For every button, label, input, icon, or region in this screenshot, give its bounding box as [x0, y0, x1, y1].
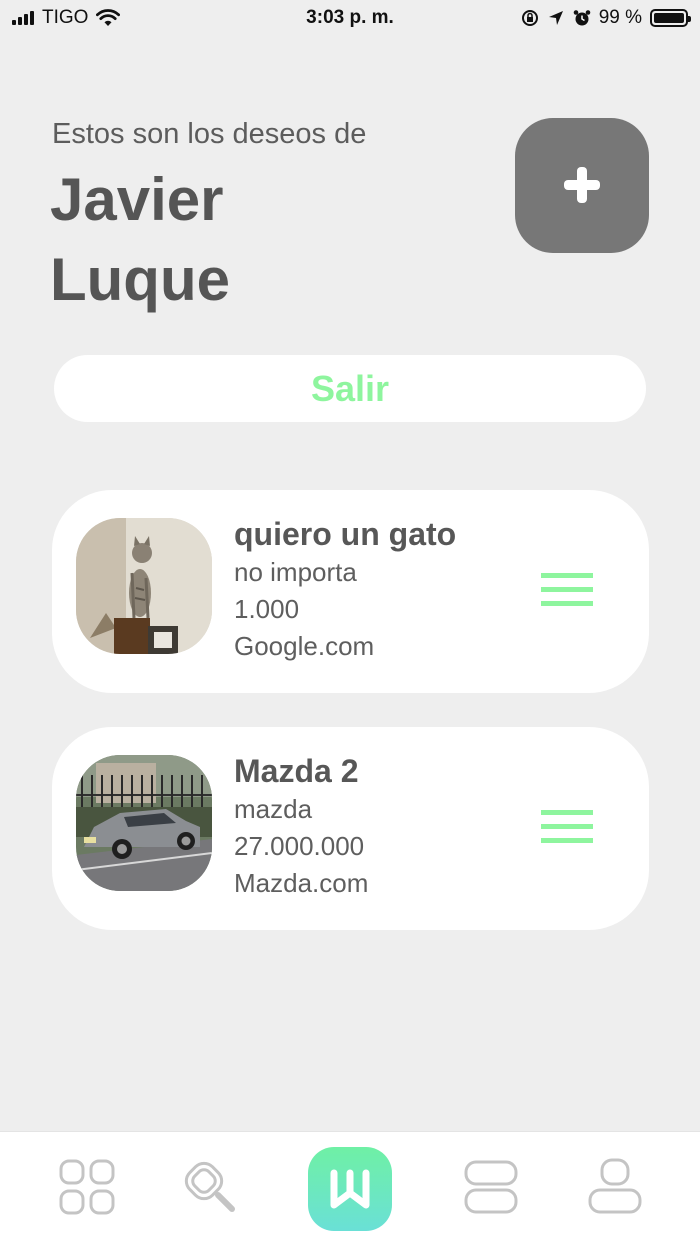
- wish-logo-icon[interactable]: [308, 1147, 392, 1231]
- status-bar: TIGO 3:03 p. m. 99 %: [0, 0, 700, 36]
- wish-card[interactable]: quiero un gato no importa 1.000 Google.c…: [52, 490, 649, 693]
- add-wish-button[interactable]: [515, 118, 649, 253]
- user-last-name: Luque: [50, 246, 230, 313]
- wish-site: Google.com: [234, 631, 375, 661]
- wish-brand: mazda: [234, 794, 313, 824]
- grid-icon[interactable]: [57, 1157, 117, 1217]
- alarm-icon: [573, 10, 590, 26]
- user-first-name: Javier: [50, 166, 224, 233]
- orientation-lock-icon: [521, 10, 538, 26]
- page-subtitle: Estos son los deseos de: [52, 118, 367, 150]
- drag-handle-icon[interactable]: [541, 573, 593, 609]
- cat-photo: [76, 518, 212, 654]
- list-icon[interactable]: [460, 1157, 520, 1217]
- wish-site: Mazda.com: [234, 868, 369, 898]
- wish-card[interactable]: Mazda 2 mazda 27.000.000 Mazda.com: [52, 727, 649, 930]
- wish-price: 27.000.000: [234, 831, 365, 861]
- profile-icon[interactable]: [586, 1157, 646, 1217]
- battery-percent: 99 %: [598, 7, 642, 28]
- location-icon: [548, 11, 563, 25]
- wish-title: quiero un gato: [234, 516, 457, 552]
- battery-icon: [650, 9, 691, 27]
- logout-button[interactable]: Salir: [54, 355, 646, 422]
- user-name: Javier Luque: [50, 160, 350, 320]
- wish-price: 1.000: [234, 594, 300, 624]
- search-icon[interactable]: [180, 1157, 240, 1217]
- car-photo: [76, 755, 212, 891]
- drag-handle-icon[interactable]: [541, 810, 593, 846]
- wish-title: Mazda 2: [234, 753, 359, 789]
- wish-brand: no importa: [234, 557, 357, 587]
- bottom-nav: [0, 1131, 700, 1244]
